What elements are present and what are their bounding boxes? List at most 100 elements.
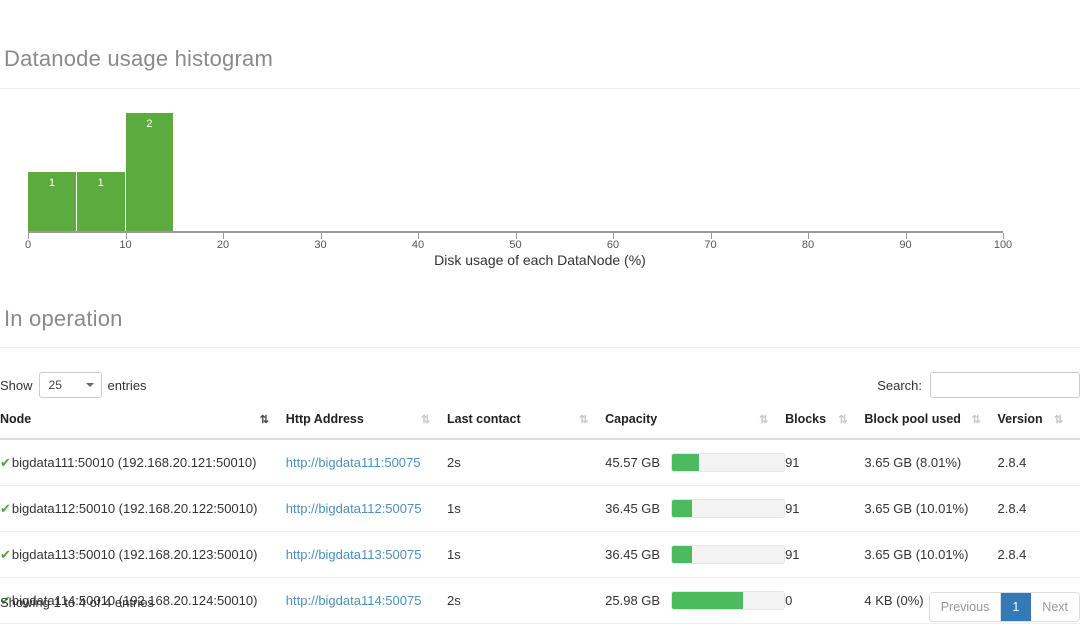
sort-icon[interactable]: ⇅: [260, 414, 272, 426]
node-name: bigdata112:50010 (192.168.20.122:50010): [11, 500, 258, 516]
cell-block-pool-used: 3.65 GB (10.01%): [864, 485, 998, 532]
column-header-block-pool-used[interactable]: Block pool used ⇅: [864, 412, 998, 440]
capacity-value: 45.57 GB: [605, 455, 661, 470]
http-address-link[interactable]: http://bigdata112:50075: [286, 501, 422, 516]
sort-icon[interactable]: ⇅: [579, 414, 591, 426]
histogram-bar: 1: [28, 172, 77, 231]
histogram-axis-tick-label: 90: [899, 239, 912, 251]
histogram-bar-label: 2: [146, 118, 153, 130]
check-icon: ✔: [0, 546, 11, 562]
search-input[interactable]: [930, 372, 1080, 398]
entries-label: entries: [107, 377, 147, 393]
cell-node: ✔bigdata113:50010 (192.168.20.123:50010): [0, 531, 286, 578]
column-header-capacity-label: Capacity: [605, 412, 658, 426]
cell-version: 2.8.4: [997, 439, 1080, 486]
table-controls: Show 25 entries Search:: [0, 372, 1080, 400]
cell-last-contact: 1s: [447, 531, 606, 578]
search-label: Search:: [877, 377, 922, 393]
table-info: Showing 1 to 4 of 4 entries: [0, 595, 154, 610]
column-header-http-address[interactable]: Http Address ⇅: [285, 412, 447, 440]
http-address-link[interactable]: http://bigdata111:50075: [286, 455, 421, 470]
cell-blocks: 91: [785, 531, 865, 578]
capacity-progress-fill: [672, 500, 693, 517]
column-header-capacity[interactable]: Capacity ⇅: [605, 412, 786, 440]
page-length-select[interactable]: 25: [38, 372, 102, 398]
histogram-axis-tick-label: 10: [119, 239, 132, 251]
column-header-blocks-label: Blocks: [785, 412, 827, 426]
check-icon: ✔: [0, 454, 11, 470]
column-header-last-contact-label: Last contact: [447, 412, 521, 426]
capacity-progress-fill: [672, 454, 699, 471]
column-header-blocks[interactable]: Blocks ⇅: [785, 412, 865, 440]
capacity-value: 36.45 GB: [605, 501, 661, 516]
histogram-axis-tick-label: 60: [606, 239, 620, 251]
sort-icon[interactable]: ⇅: [759, 414, 771, 426]
sort-icon[interactable]: ⇅: [838, 414, 850, 426]
table-row: ✔bigdata113:50010 (192.168.20.123:50010)…: [0, 531, 1080, 578]
histogram-axis-tick-label: 50: [509, 239, 522, 251]
histogram-axis-tick-label: 30: [314, 239, 327, 251]
page-length-value: 25: [48, 378, 62, 392]
chevron-down-icon: [85, 383, 94, 387]
cell-capacity: 36.45 GB: [605, 531, 786, 578]
cell-http-address: http://bigdata112:50075: [285, 485, 447, 532]
cell-node: ✔bigdata112:50010 (192.168.20.122:50010): [0, 485, 286, 532]
cell-block-pool-used: 3.65 GB (10.01%): [864, 531, 998, 578]
capacity-progress-bar: [671, 545, 786, 564]
sort-icon[interactable]: ⇅: [971, 414, 983, 426]
histogram-bar: 2: [125, 113, 175, 231]
entries-length-control: Show 25 entries: [0, 372, 147, 398]
search-control: Search:: [877, 372, 1080, 398]
cell-blocks: 91: [785, 439, 865, 486]
page-title-histogram: Datanode usage histogram: [4, 46, 273, 71]
pagination-previous-button[interactable]: Previous: [929, 593, 1002, 621]
cell-node: ✔bigdata111:50010 (192.168.20.121:50010): [0, 439, 286, 486]
pagination-page-1-button[interactable]: 1: [1001, 593, 1032, 621]
cell-capacity: 36.45 GB: [605, 485, 786, 532]
capacity-value: 36.45 GB: [605, 547, 661, 562]
histogram-bar-label: 1: [97, 177, 104, 189]
column-header-last-contact[interactable]: Last contact ⇅: [447, 412, 606, 440]
divider-middle: [0, 347, 1080, 348]
column-header-node-label: Node: [0, 412, 32, 426]
page-title-in-operation: In operation: [4, 306, 123, 331]
histogram-axis-tick-label: 0: [24, 239, 32, 251]
cell-http-address: http://bigdata113:50075: [285, 531, 447, 578]
cell-block-pool-used: 3.65 GB (8.01%): [864, 439, 998, 486]
capacity-progress-bar: [671, 499, 786, 518]
check-icon: ✔: [0, 500, 11, 516]
cell-version: 2.8.4: [997, 485, 1080, 532]
node-name: bigdata113:50010 (192.168.20.123:50010): [11, 546, 258, 562]
histogram-bar: 1: [76, 172, 126, 231]
table-header-row: Node ⇅ Http Address ⇅ Last contact ⇅ Cap…: [0, 412, 1080, 440]
table-row: ✔bigdata111:50010 (192.168.20.121:50010)…: [0, 439, 1080, 486]
cell-capacity: 45.57 GB: [605, 439, 786, 486]
cell-last-contact: 1s: [447, 485, 606, 532]
http-address-link[interactable]: http://bigdata113:50075: [286, 547, 422, 562]
column-header-version[interactable]: Version ⇅: [997, 412, 1080, 440]
column-header-node[interactable]: Node ⇅: [0, 412, 286, 440]
column-header-block-pool-used-label: Block pool used: [864, 412, 961, 426]
datanode-usage-histogram: 1 1 2 0 10 20 30 40 50 60 70 80 90 100 Disk usage of…: [0, 95, 1080, 268]
table-footer: Showing 1 to 4 of 4 entries Previous 1 N…: [0, 592, 1080, 622]
node-name: bigdata111:50010 (192.168.20.121:50010): [11, 454, 257, 470]
histogram-x-axis-label: Disk usage of each DataNode (%): [434, 252, 646, 268]
show-label: Show: [0, 377, 33, 393]
cell-version: 2.8.4: [997, 531, 1080, 578]
pagination-next-button[interactable]: Next: [1031, 593, 1079, 621]
cell-last-contact: 2s: [447, 439, 606, 486]
column-header-http-address-label: Http Address: [285, 412, 364, 426]
column-header-version-label: Version: [997, 412, 1043, 426]
histogram-axis-tick-label: 80: [801, 239, 815, 251]
capacity-progress-bar: [671, 453, 786, 472]
histogram-axis-tick-label: 100: [993, 239, 1013, 251]
histogram-plot-area: 1 1 2: [28, 95, 1003, 231]
sort-icon[interactable]: ⇅: [1054, 414, 1066, 426]
divider-top: [0, 88, 1080, 89]
histogram-axis-tick-label: 20: [216, 239, 230, 251]
capacity-progress-fill: [672, 546, 693, 563]
table-row: ✔bigdata112:50010 (192.168.20.122:50010)…: [0, 485, 1080, 532]
sort-icon[interactable]: ⇅: [421, 414, 433, 426]
histogram-axis-tick-label: 70: [704, 239, 717, 251]
cell-http-address: http://bigdata111:50075: [285, 439, 447, 486]
